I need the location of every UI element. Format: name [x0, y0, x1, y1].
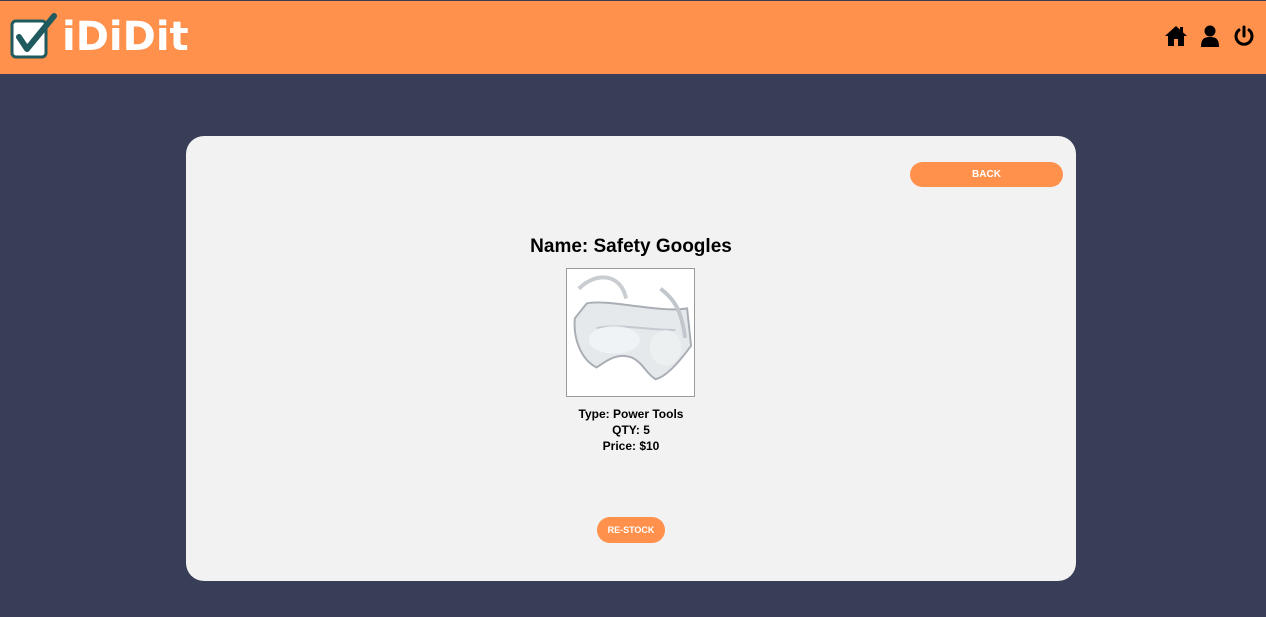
home-icon[interactable] [1164, 23, 1188, 49]
checkbox-logo-icon [10, 13, 57, 59]
back-button[interactable]: BACK [910, 162, 1063, 187]
nav-icons [1164, 23, 1256, 49]
product-qty: QTY: 5 [612, 423, 650, 437]
product-price: Price: $10 [602, 439, 660, 453]
product-image [566, 268, 695, 397]
product-details: Type: Power Tools QTY: 5 Price: $10 [186, 406, 1076, 454]
product-type: Type: Power Tools [578, 407, 684, 421]
restock-button[interactable]: RE-STOCK [597, 517, 665, 543]
logo[interactable]: iDiDit [10, 11, 189, 63]
logo-text: iDiDit [62, 14, 189, 60]
product-card: BACK Name: Safety Googles Type: Power To… [186, 136, 1076, 581]
top-bar: iDiDit [0, 1, 1266, 74]
safety-goggles-image [567, 269, 694, 396]
power-icon[interactable] [1232, 23, 1256, 49]
user-icon[interactable] [1198, 23, 1222, 49]
product-name: Name: Safety Googles [530, 236, 732, 257]
